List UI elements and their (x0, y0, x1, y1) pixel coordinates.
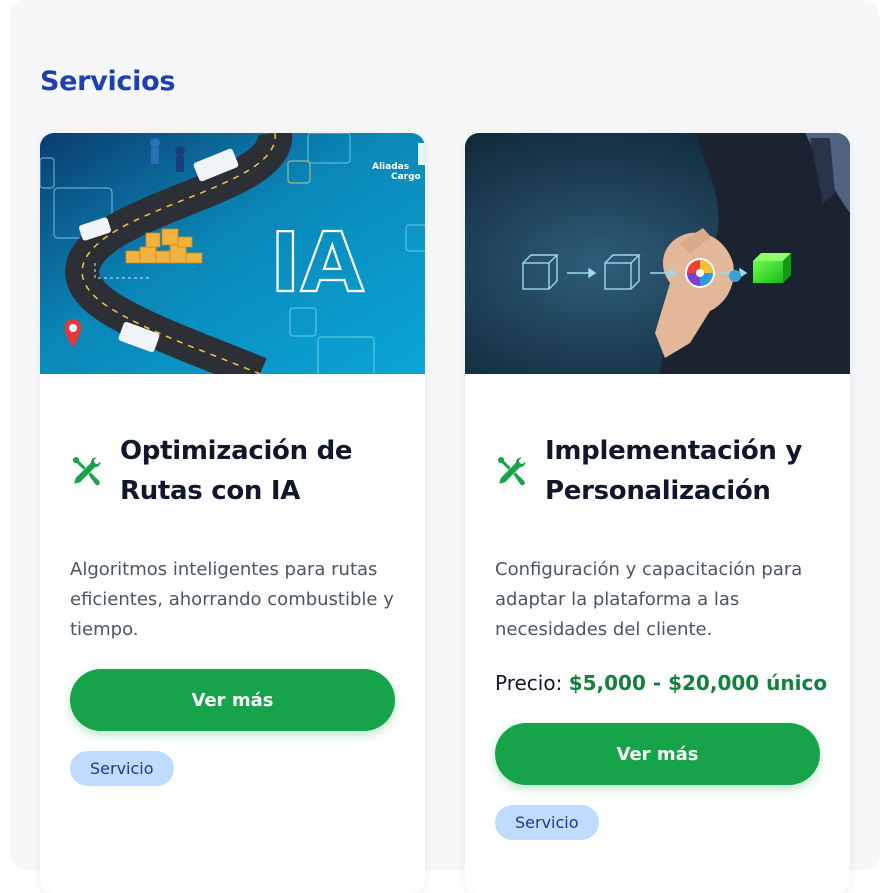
card-description: Configuración y capacitación para adapta… (495, 559, 803, 640)
service-card-implementation: Implementación y Personalización Configu… (465, 133, 850, 893)
price-label: Precio: (495, 671, 563, 695)
see-more-button[interactable]: Ver más (70, 669, 395, 731)
tools-icon (497, 456, 526, 486)
card-description: Algoritmos inteligentes para rutas efici… (70, 559, 394, 640)
tools-icon (72, 456, 101, 486)
service-badge: Servicio (495, 805, 599, 840)
image-logo-line1: Aliadas (372, 162, 409, 172)
card-title-line1: Implementación y (545, 436, 803, 466)
card-heading: Implementación y Personalización (495, 431, 835, 511)
card-title-line2: Rutas con IA (120, 476, 301, 506)
service-card-route-optimization: IA Aliadas Cargo Optimización de Rutas c… (40, 133, 425, 893)
card-title-line1: Optimización de (120, 436, 353, 466)
section-title: Servicios (40, 66, 176, 97)
card-heading: Optimización de Rutas con IA (70, 431, 410, 511)
image-ia-text: IA (270, 216, 365, 311)
see-more-button[interactable]: Ver más (495, 723, 820, 785)
card-title: Implementación y Personalización (545, 431, 802, 511)
card-title-line2: Personalización (545, 476, 771, 506)
services-section: Servicios IA Aliadas Cargo Optimización … (10, 0, 880, 893)
price-line: Precio: $5,000 - $20,000 único (495, 671, 827, 695)
card-image-implementation (465, 133, 850, 374)
service-badge: Servicio (70, 751, 174, 786)
card-image-route-ai: IA Aliadas Cargo (40, 133, 425, 374)
image-logo-line2: Cargo (391, 172, 421, 182)
card-title: Optimización de Rutas con IA (120, 431, 353, 511)
price-value: $5,000 - $20,000 único (568, 671, 828, 695)
